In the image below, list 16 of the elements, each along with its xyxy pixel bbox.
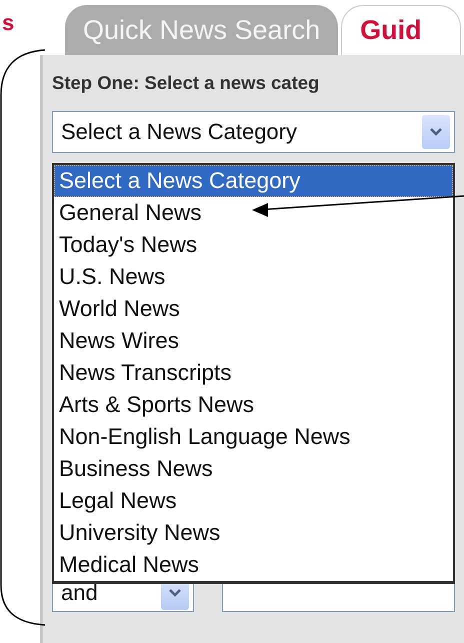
dropdown-option[interactable]: News Transcripts: [54, 357, 453, 389]
dropdown-option[interactable]: University News: [54, 517, 453, 549]
header-text: s: [1, 12, 16, 34]
dropdown-option[interactable]: Business News: [54, 453, 453, 485]
tab[interactable]: Guid: [341, 5, 461, 55]
dropdown-option[interactable]: General News: [54, 197, 453, 229]
dropdown-option[interactable]: World News: [54, 293, 453, 325]
dropdown-option[interactable]: Legal News: [54, 485, 453, 517]
dropdown-option[interactable]: Select a News Category: [54, 165, 453, 197]
dropdown-option[interactable]: Arts & Sports News: [54, 389, 453, 421]
step-heading: Step One: Select a news categ: [52, 71, 320, 95]
dropdown-option[interactable]: News Wires: [54, 325, 453, 357]
category-dropdown[interactable]: Select a News Category: [52, 110, 455, 153]
dropdown-option[interactable]: Today's News: [54, 229, 453, 261]
dropdown-option[interactable]: Non-English Language News: [54, 421, 453, 453]
dropdown-option[interactable]: U.S. News: [54, 261, 453, 293]
